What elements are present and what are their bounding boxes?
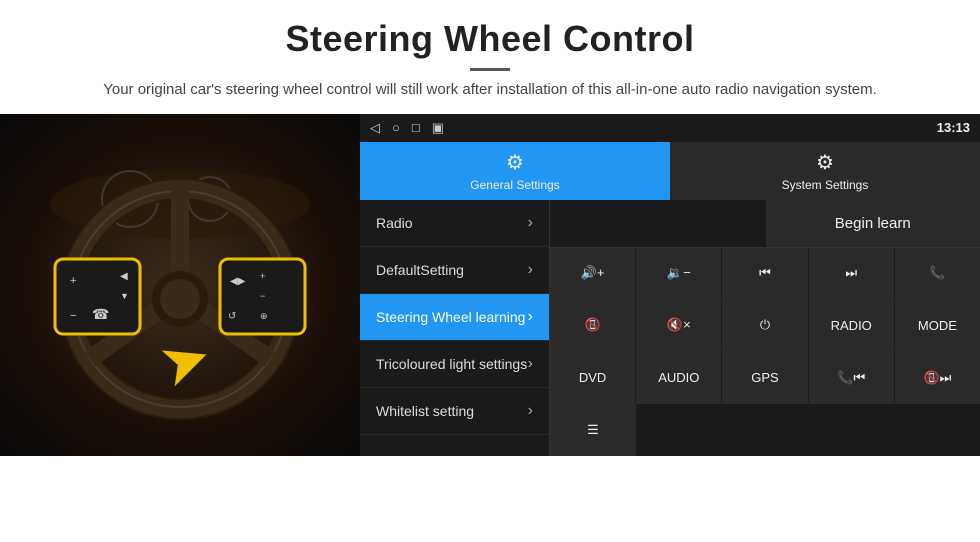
menu-item-whitelist-label: Whitelist setting (376, 403, 474, 419)
svg-text:↺: ↺ (228, 311, 236, 322)
volume-down-button[interactable]: 🔉− (636, 248, 722, 299)
prev-track-button[interactable]: ⏮ (722, 248, 808, 299)
mode-button[interactable]: MODE (895, 300, 980, 351)
control-panel: Begin learn 🔊+ 🔉− ⏮ (550, 200, 980, 456)
button-row-1: 🔊+ 🔉− ⏮ ⏭ 📞 (550, 248, 980, 300)
next-track-button[interactable]: ⏭ (809, 248, 895, 299)
svg-text:◀: ◀ (120, 271, 128, 282)
menu-item-default-setting[interactable]: DefaultSetting › (360, 247, 549, 294)
chevron-icon: › (528, 308, 533, 326)
audio-label: AUDIO (658, 370, 699, 385)
gps-label: GPS (751, 370, 778, 385)
menu-item-default-label: DefaultSetting (376, 262, 464, 278)
prev-combo-button[interactable]: 📞⏮ (809, 352, 895, 403)
volume-down-icon: 🔉− (667, 265, 691, 281)
button-row-4: ☰ (550, 404, 980, 455)
status-bar: ◁ ○ □ ▣ 13:13 (360, 114, 980, 142)
header-section: Steering Wheel Control Your original car… (0, 0, 980, 114)
volume-up-button[interactable]: 🔊+ (550, 248, 636, 299)
image-background: + ◀ ▼ − ☎ ◀▶ + − ↺ ⊕ ➤ (0, 114, 360, 456)
radio-label: RADIO (831, 318, 872, 333)
home-icon[interactable]: ○ (392, 120, 400, 135)
radio-button[interactable]: RADIO (809, 300, 895, 351)
empty-row4 (637, 404, 980, 455)
button-grid: 🔊+ 🔉− ⏮ ⏭ 📞 (550, 248, 980, 456)
content-area: Radio › DefaultSetting › Steering Wheel … (360, 200, 980, 456)
power-button[interactable]: ⏻ (722, 300, 808, 351)
svg-text:▼: ▼ (120, 291, 129, 301)
mute-button[interactable]: 🔇× (636, 300, 722, 351)
button-row-3: DVD AUDIO GPS 📞⏮ 📵⏭ (550, 352, 980, 404)
chevron-icon: › (528, 355, 533, 373)
menu-item-steering-label: Steering Wheel learning (376, 309, 525, 325)
page-subtitle: Your original car's steering wheel contr… (60, 79, 920, 102)
svg-text:+: + (260, 271, 265, 281)
bottom-panel: + ◀ ▼ − ☎ ◀▶ + − ↺ ⊕ ➤ ◁ ○ □ (0, 114, 980, 456)
back-icon[interactable]: ◁ (370, 120, 380, 136)
menu-item-radio[interactable]: Radio › (360, 200, 549, 247)
tab-system-label: System Settings (782, 178, 869, 192)
menu-button[interactable]: ☰ (550, 404, 637, 455)
chevron-icon: › (528, 261, 533, 279)
title-divider (470, 68, 510, 71)
begin-learn-button[interactable]: Begin learn (766, 200, 980, 247)
menu-item-steering[interactable]: Steering Wheel learning › (360, 294, 549, 341)
button-row-2: 📵 🔇× ⏻ RADIO MODE (550, 300, 980, 352)
dvd-button[interactable]: DVD (550, 352, 636, 403)
volume-up-icon: 🔊+ (581, 265, 605, 281)
prev-combo-icon: 📞⏮ (837, 370, 865, 386)
svg-text:☎: ☎ (92, 306, 109, 322)
android-panel: ◁ ○ □ ▣ 13:13 ⚙ General Settings ⚙ Syste… (360, 114, 980, 456)
menu-item-whitelist[interactable]: Whitelist setting › (360, 388, 549, 435)
prev-track-icon: ⏮ (759, 265, 771, 281)
mute-icon: 🔇× (667, 317, 691, 333)
menu-item-tricoloured-label: Tricoloured light settings (376, 356, 527, 372)
page-title: Steering Wheel Control (60, 18, 920, 60)
tab-general[interactable]: ⚙ General Settings (360, 142, 670, 200)
svg-text:−: − (70, 310, 76, 322)
phone-button[interactable]: 📞 (895, 248, 980, 299)
menu-item-tricoloured[interactable]: Tricoloured light settings › (360, 341, 549, 388)
status-time: 13:13 (937, 120, 970, 135)
begin-learn-row: Begin learn (550, 200, 980, 248)
general-settings-icon: ⚙ (506, 150, 524, 175)
hang-up-icon: 📵 (585, 317, 601, 333)
settings-menu: Radio › DefaultSetting › Steering Wheel … (360, 200, 550, 456)
hang-up-button[interactable]: 📵 (550, 300, 636, 351)
tab-system[interactable]: ⚙ System Settings (670, 142, 980, 200)
mode-label: MODE (918, 318, 957, 333)
chevron-icon: › (528, 214, 533, 232)
svg-text:−: − (260, 291, 265, 301)
apps-icon[interactable]: ▣ (432, 120, 444, 136)
power-icon: ⏻ (760, 317, 770, 333)
svg-text:⊕: ⊕ (260, 311, 268, 321)
menu-icon: ☰ (587, 422, 599, 438)
tab-bar: ⚙ General Settings ⚙ System Settings (360, 142, 980, 200)
next-combo-button[interactable]: 📵⏭ (895, 352, 980, 403)
tab-general-label: General Settings (470, 178, 559, 192)
audio-button[interactable]: AUDIO (636, 352, 722, 403)
menu-item-radio-label: Radio (376, 215, 413, 231)
system-settings-icon: ⚙ (816, 150, 834, 175)
svg-text:◀▶: ◀▶ (230, 276, 246, 287)
svg-text:+: + (70, 275, 76, 287)
dvd-label: DVD (579, 370, 606, 385)
next-combo-icon: 📵⏭ (923, 370, 951, 386)
gps-button[interactable]: GPS (722, 352, 808, 403)
status-icons: ◁ ○ □ ▣ (370, 120, 444, 136)
next-track-icon: ⏭ (845, 265, 857, 281)
chevron-icon: › (528, 402, 533, 420)
recents-icon[interactable]: □ (412, 120, 420, 135)
phone-icon: 📞 (929, 265, 945, 281)
steering-wheel-image: + ◀ ▼ − ☎ ◀▶ + − ↺ ⊕ ➤ (0, 114, 360, 456)
